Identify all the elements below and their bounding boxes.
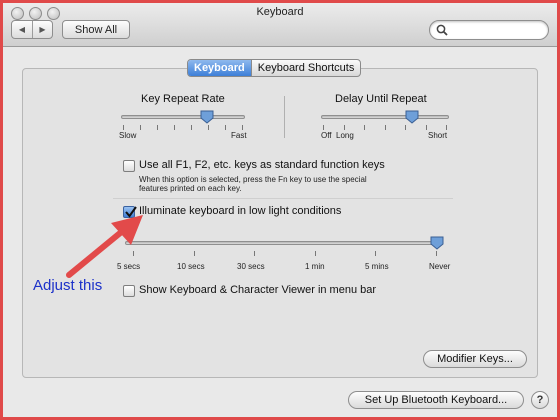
tick-label-30-secs: 30 secs [237, 262, 265, 271]
tick-label-5-mins: 5 mins [365, 262, 389, 271]
delay-repeat-off-label: Off [321, 131, 332, 140]
annotation-arrow-icon [66, 215, 143, 278]
modifier-keys-button[interactable]: Modifier Keys... [423, 350, 527, 368]
back-arrow-icon: ◀ [18, 25, 26, 34]
illuminate-label: Illuminate keyboard in low light conditi… [139, 205, 342, 217]
window-title: Keyboard [256, 6, 304, 18]
key-repeat-slow-label: Slow [119, 131, 137, 140]
tick-label-never: Never [429, 262, 451, 271]
search-icon [436, 24, 448, 36]
delay-repeat-slider-track[interactable] [321, 115, 449, 119]
viewer-label: Show Keyboard & Character Viewer in menu… [139, 284, 377, 296]
key-repeat-ticks [123, 125, 243, 130]
tab-bar: Keyboard Keyboard Shortcuts [187, 59, 362, 77]
delay-repeat-long-label: Long [336, 131, 354, 140]
slider-divider [284, 96, 285, 138]
show-all-button[interactable]: Show All [62, 20, 130, 39]
key-repeat-fast-label: Fast [231, 131, 247, 140]
key-repeat-slider-thumb[interactable] [200, 110, 214, 124]
key-repeat-rate-label: Key Repeat Rate [141, 93, 225, 105]
fn-keys-checkbox[interactable] [123, 160, 135, 172]
viewer-checkbox[interactable] [123, 285, 135, 297]
bluetooth-setup-button[interactable]: Set Up Bluetooth Keyboard... [348, 391, 524, 409]
forward-arrow-icon: ▶ [39, 25, 46, 34]
key-repeat-slider-track[interactable] [121, 115, 245, 119]
forward-button[interactable]: ▶ [32, 21, 52, 38]
title-bar: Keyboard ◀ ▶ Show All [3, 3, 557, 47]
annotation-text: Adjust this [33, 277, 103, 294]
tab-keyboard[interactable]: Keyboard [188, 60, 251, 76]
tick-label-10-secs: 10 secs [177, 262, 205, 271]
tick-label-1-min: 1 min [305, 262, 325, 271]
navigation-buttons: ◀ ▶ [11, 20, 53, 39]
illumination-slider-track[interactable] [125, 241, 443, 245]
search-input[interactable] [429, 20, 549, 40]
tab-keyboard-shortcuts[interactable]: Keyboard Shortcuts [250, 60, 361, 76]
section-separator [113, 198, 453, 199]
delay-repeat-slider-thumb[interactable] [405, 110, 419, 124]
back-button[interactable]: ◀ [12, 21, 32, 38]
fn-keys-help-line-2: features printed on each key. [139, 184, 242, 193]
illumination-ticks [133, 251, 437, 256]
fn-keys-help-line-1: When this option is selected, press the … [139, 175, 367, 184]
screenshot-frame: Keyboard ◀ ▶ Show All Keyboard Keyboard … [0, 0, 560, 420]
delay-repeat-short-label: Short [428, 131, 448, 140]
illumination-slider-thumb[interactable] [430, 236, 444, 250]
fn-keys-label: Use all F1, F2, etc. keys as standard fu… [139, 159, 385, 171]
delay-until-repeat-label: Delay Until Repeat [335, 93, 427, 105]
delay-repeat-ticks [323, 125, 447, 130]
help-button[interactable]: ? [531, 391, 549, 409]
